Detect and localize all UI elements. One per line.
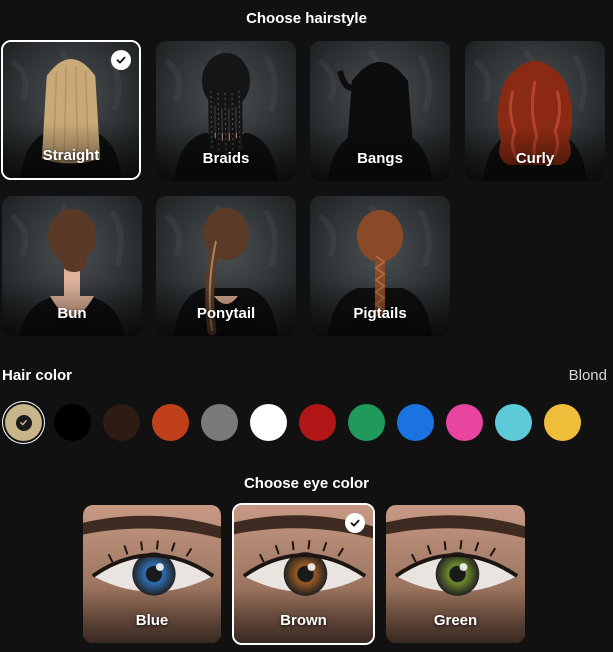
hair-color-swatch-white[interactable]	[250, 404, 287, 441]
eye-card-green[interactable]: Green	[386, 505, 525, 643]
hairstyle-card-straight[interactable]: Straight	[1, 40, 141, 180]
hairstyle-label: Curly	[515, 150, 555, 167]
hair-color-swatch-yellow[interactable]	[544, 404, 581, 441]
hairstyle-label: Ponytail	[196, 305, 256, 322]
hair-color-swatch-green[interactable]	[348, 404, 385, 441]
hair-color-swatch-dark-brown[interactable]	[103, 404, 140, 441]
selected-check-icon	[15, 414, 32, 431]
hair-color-label: Hair color	[2, 367, 73, 384]
eye-label: Blue	[135, 612, 169, 629]
hair-color-swatch-gray[interactable]	[201, 404, 238, 441]
selected-check-icon	[345, 513, 365, 533]
eye-section-title: Choose eye color	[243, 475, 370, 492]
hair-color-swatch-cyan[interactable]	[495, 404, 532, 441]
hairstyle-label: Bun	[57, 305, 87, 322]
hairstyle-card-bangs[interactable]: Bangs	[310, 41, 450, 181]
hair-color-swatch-auburn[interactable]	[152, 404, 189, 441]
hairstyle-card-braids[interactable]: Braids	[156, 41, 296, 181]
hair-color-swatch-red[interactable]	[299, 404, 336, 441]
hairstyle-label: Braids	[202, 150, 250, 167]
hairstyle-card-bun[interactable]: Bun	[2, 196, 142, 336]
eye-card-blue[interactable]: Blue	[83, 505, 221, 643]
hairstyle-section-title: Choose hairstyle	[246, 10, 367, 27]
hair-color-selected-value: Blond	[568, 367, 607, 384]
hair-color-swatch-pink[interactable]	[446, 404, 483, 441]
eye-label: Green	[433, 612, 478, 629]
hairstyle-label: Bangs	[357, 150, 403, 167]
hairstyle-card-ponytail[interactable]: Ponytail	[156, 196, 296, 336]
eye-card-brown[interactable]: Brown	[232, 503, 375, 645]
eye-label: Brown	[280, 612, 327, 629]
hairstyle-card-pigtails[interactable]: Pigtails	[310, 196, 450, 336]
hairstyle-card-curly[interactable]: Curly	[465, 41, 605, 181]
hairstyle-label: Pigtails	[353, 305, 407, 322]
hair-color-swatch-blond[interactable]	[5, 404, 42, 441]
selected-check-icon	[111, 50, 131, 70]
hairstyle-label: Straight	[42, 147, 100, 164]
hair-color-swatch-blue[interactable]	[397, 404, 434, 441]
hair-color-swatch-black[interactable]	[54, 404, 91, 441]
